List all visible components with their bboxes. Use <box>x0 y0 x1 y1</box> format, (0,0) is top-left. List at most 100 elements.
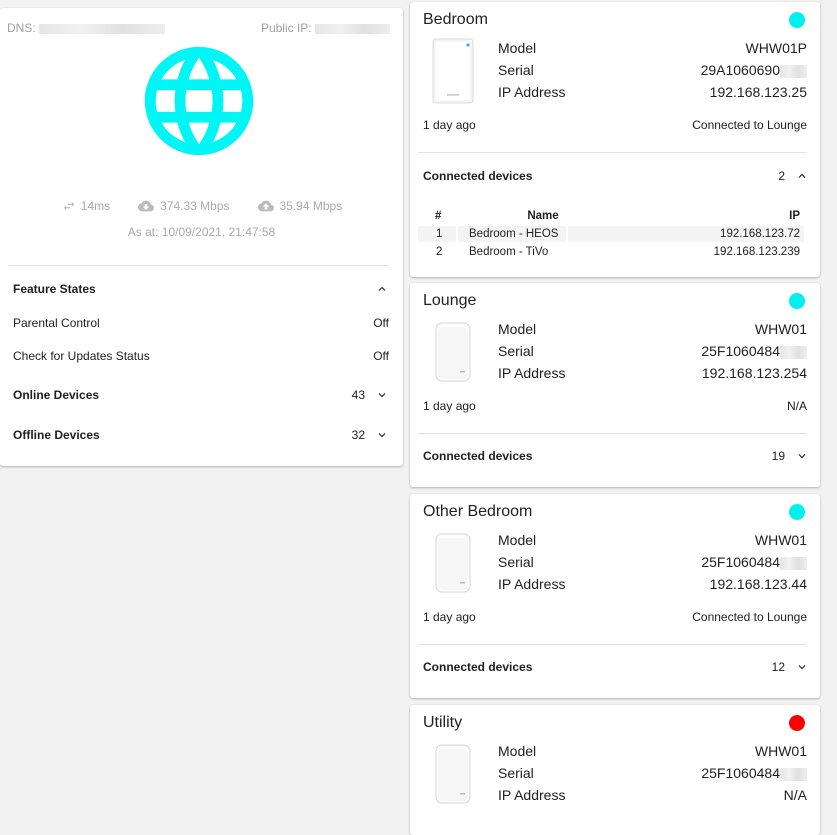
device-ip: 192.168.123.239 <box>568 244 804 260</box>
connected-devices-header[interactable]: Connected devices 2 <box>423 169 809 183</box>
ip-row: IP Address 192.168.123.44 <box>498 576 807 592</box>
serial-value: 29A1060690 <box>701 62 807 78</box>
device-num: 2 <box>418 244 456 260</box>
serial-redacted <box>780 556 807 570</box>
divider <box>418 644 806 645</box>
divider <box>8 265 389 266</box>
table-row[interactable]: 1 Bedroom - HEOS 192.168.123.72 <box>418 225 804 243</box>
serial-redacted <box>780 64 807 78</box>
connected-devices-header[interactable]: Connected devices 19 <box>423 449 809 463</box>
speed-stats: 14ms 374.33 Mbps 35.94 Mbps <box>0 198 403 214</box>
serial-text: 25F1060484 <box>701 554 780 570</box>
connection-status: Connected to Lounge <box>692 118 807 132</box>
serial-label: Serial <box>498 343 534 359</box>
download-stat: 374.33 Mbps <box>136 198 230 214</box>
divider <box>418 433 806 434</box>
swap-arrows-icon <box>63 201 75 211</box>
chevron-up-icon[interactable] <box>795 169 809 183</box>
feature-states-label: Feature States <box>13 282 96 296</box>
node-footer: 1 day ago Connected to Lounge <box>423 118 807 132</box>
chevron-down-icon[interactable] <box>795 660 809 674</box>
status-indicator <box>789 715 805 731</box>
ip-value: 192.168.123.44 <box>709 576 807 592</box>
col-num-header: # <box>435 210 442 222</box>
router-image <box>435 744 471 804</box>
col-ip-header: IP <box>789 210 800 222</box>
globe-icon <box>144 46 254 156</box>
dns-value-redacted <box>39 23 166 34</box>
feature-states-header[interactable]: Feature States <box>13 282 389 296</box>
ip-row: IP Address 192.168.123.25 <box>498 84 807 100</box>
latency-value: 14ms <box>80 199 111 213</box>
device-name: Bedroom - HEOS <box>458 226 566 242</box>
last-seen: 1 day ago <box>423 118 476 132</box>
offline-devices-row[interactable]: Offline Devices 32 <box>13 428 389 442</box>
connected-devices-header[interactable]: Connected devices 12 <box>423 660 809 674</box>
feature-label: Parental Control <box>13 316 100 330</box>
serial-row: Serial 25F1060484 <box>498 554 807 570</box>
connected-devices-label: Connected devices <box>423 449 533 463</box>
model-row: Model WHW01P <box>498 40 807 56</box>
router-image <box>435 533 471 593</box>
chevron-up-icon[interactable] <box>375 282 389 296</box>
node-title: Lounge <box>423 292 477 309</box>
ip-value: 192.168.123.254 <box>701 365 807 381</box>
router-pro-image <box>432 38 474 104</box>
connected-devices-count: 2 <box>778 169 785 183</box>
serial-row: Serial 29A1060690 <box>498 62 807 78</box>
model-row: Model WHW01 <box>498 532 807 548</box>
connected-devices-label: Connected devices <box>423 660 533 674</box>
node-card-bedroom: Bedroom Model WHW01P Serial 29A1060690 IP … <box>410 2 820 277</box>
connection-status: N/A <box>786 399 807 413</box>
status-indicator <box>789 504 805 520</box>
ip-label: IP Address <box>498 787 566 803</box>
serial-text: 29A1060690 <box>700 62 780 78</box>
ip-value: 192.168.123.25 <box>709 84 807 100</box>
online-devices-count: 43 <box>351 388 365 402</box>
latency-stat: 14ms <box>61 198 110 214</box>
internet-overview-card: DNS: Public IP: 14ms 374.33 Mbps 35.94 M… <box>0 8 403 466</box>
offline-devices-count: 32 <box>351 428 365 442</box>
chevron-down-icon[interactable] <box>375 428 389 442</box>
public-ip-value-redacted <box>315 23 390 34</box>
node-title: Utility <box>423 714 463 731</box>
model-value: WHW01 <box>754 321 807 337</box>
node-card-other-bedroom: Other Bedroom Model WHW01 Serial 25F106048… <box>410 494 820 698</box>
online-devices-row[interactable]: Online Devices 43 <box>13 388 389 402</box>
table-row[interactable]: 2 Bedroom - TiVo 192.168.123.239 <box>418 243 804 261</box>
serial-text: 25F1060484 <box>701 343 780 359</box>
ip-value: N/A <box>783 787 807 803</box>
ip-label: IP Address <box>498 84 566 100</box>
feature-row-update-status: Check for Updates Status Off <box>13 349 389 363</box>
chevron-down-icon[interactable] <box>795 449 809 463</box>
ip-row: IP Address N/A <box>498 787 807 803</box>
device-num: 1 <box>418 226 456 242</box>
serial-value: 25F1060484 <box>701 343 807 359</box>
model-value: WHW01P <box>745 40 807 56</box>
connected-devices-count: 12 <box>771 660 785 674</box>
node-card-lounge: Lounge Model WHW01 Serial 25F1060484 IP Ad… <box>410 283 820 487</box>
status-indicator <box>789 12 805 28</box>
serial-label: Serial <box>498 765 534 781</box>
router-image <box>435 322 471 382</box>
feature-value: Off <box>373 316 389 330</box>
public-ip-info: Public IP: <box>261 21 390 35</box>
feature-value: Off <box>373 349 389 363</box>
node-footer: 1 day ago N/A <box>423 399 807 413</box>
model-row: Model WHW01 <box>498 321 807 337</box>
as-at-timestamp: As at: 10/09/2021, 21:47:58 <box>127 225 276 239</box>
offline-devices-label: Offline Devices <box>13 428 100 442</box>
model-value: WHW01 <box>754 743 807 759</box>
ip-label: IP Address <box>498 365 566 381</box>
serial-value: 25F1060484 <box>701 554 807 570</box>
model-label: Model <box>498 743 537 759</box>
public-ip-label: Public IP: <box>260 21 312 35</box>
serial-label: Serial <box>498 554 534 570</box>
model-label: Model <box>498 40 537 56</box>
ip-label: IP Address <box>498 576 566 592</box>
node-title: Other Bedroom <box>423 503 533 520</box>
node-title: Bedroom <box>423 11 488 28</box>
node-footer: 1 day ago Connected to Lounge <box>423 610 807 624</box>
chevron-down-icon[interactable] <box>375 388 389 402</box>
model-row: Model WHW01 <box>498 743 807 759</box>
